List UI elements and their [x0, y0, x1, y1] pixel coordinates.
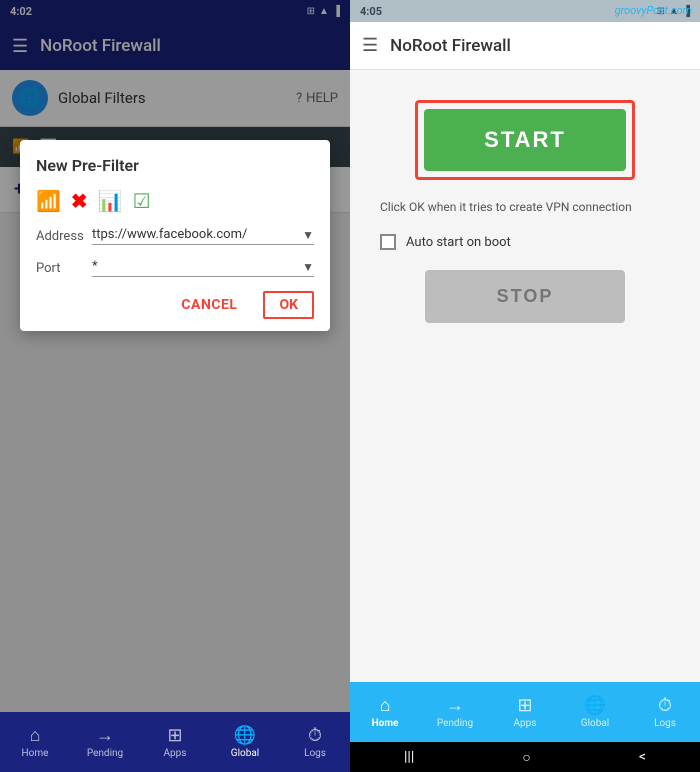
- vpn-note: Click OK when it tries to create VPN con…: [370, 200, 680, 214]
- logs-icon: ⏱: [308, 725, 322, 746]
- logs-label: Logs: [304, 748, 326, 759]
- right-logs-icon: ⏱: [658, 695, 672, 716]
- pending-label: Pending: [87, 748, 123, 759]
- new-pre-filter-dialog: New Pre-Filter 📶 ✖ 📊 ☑ Address ttps://ww…: [20, 140, 330, 331]
- address-input-wrap[interactable]: ttps://www.facebook.com/ ▼: [92, 227, 314, 245]
- block-icon[interactable]: ✖: [71, 189, 88, 213]
- right-nav-pending[interactable]: → Pending: [420, 695, 490, 729]
- apps-label: Apps: [164, 748, 187, 759]
- left-bottom-nav: ⌂ Home → Pending ⊞ Apps 🌐 Global ⏱ Logs: [0, 712, 350, 772]
- right-top-bar: ☰ NoRoot Firewall: [350, 22, 700, 70]
- home-icon: ⌂: [30, 725, 41, 746]
- port-label: Port: [36, 261, 84, 276]
- port-value: *: [92, 259, 298, 274]
- right-time: 4:05: [360, 5, 382, 18]
- address-dropdown-icon[interactable]: ▼: [302, 228, 314, 242]
- right-app-title: NoRoot Firewall: [390, 36, 511, 56]
- apps-icon: ⊞: [167, 725, 182, 746]
- check-icon[interactable]: ☑: [133, 189, 151, 213]
- dialog-title: New Pre-Filter: [36, 156, 314, 175]
- right-recent-btn[interactable]: |||: [404, 749, 414, 765]
- auto-start-label: Auto start on boot: [406, 235, 511, 250]
- right-pending-icon: →: [446, 695, 464, 716]
- right-nav-global[interactable]: 🌐 Global: [560, 695, 630, 729]
- right-main-content: START Click OK when it tries to create V…: [350, 70, 700, 682]
- auto-start-checkbox[interactable]: [380, 234, 396, 250]
- dialog-overlay: [0, 0, 350, 712]
- port-input-wrap[interactable]: * ▼: [92, 259, 314, 277]
- left-nav-logs[interactable]: ⏱ Logs: [280, 725, 350, 759]
- right-nav-home[interactable]: ⌂ Home: [350, 695, 420, 729]
- address-label: Address: [36, 229, 84, 244]
- start-button-wrapper: START: [415, 100, 635, 180]
- filter-type-icons: 📶 ✖ 📊 ☑: [36, 189, 314, 213]
- stop-button[interactable]: STOP: [425, 270, 625, 323]
- port-dropdown-icon[interactable]: ▼: [302, 260, 314, 274]
- right-logs-label: Logs: [654, 718, 676, 729]
- right-bottom-nav: ⌂ Home → Pending ⊞ Apps 🌐 Global ⏱ Logs: [350, 682, 700, 742]
- home-label: Home: [22, 748, 49, 759]
- right-global-label: Global: [581, 718, 609, 729]
- auto-start-row: Auto start on boot: [370, 234, 680, 250]
- right-pending-label: Pending: [437, 718, 473, 729]
- right-home-label: Home: [372, 718, 399, 729]
- cancel-button[interactable]: CANCEL: [175, 293, 243, 317]
- dialog-actions: CANCEL OK: [36, 291, 314, 319]
- left-nav-pending[interactable]: → Pending: [70, 725, 140, 759]
- global-label: Global: [231, 748, 259, 759]
- right-back-btn[interactable]: <: [639, 749, 646, 765]
- address-field: Address ttps://www.facebook.com/ ▼: [36, 227, 314, 245]
- pending-icon: →: [96, 725, 114, 746]
- left-nav-home[interactable]: ⌂ Home: [0, 725, 70, 759]
- right-nav-apps[interactable]: ⊞ Apps: [490, 695, 560, 729]
- address-value: ttps://www.facebook.com/: [92, 227, 298, 242]
- right-apps-label: Apps: [514, 718, 537, 729]
- port-field: Port * ▼: [36, 259, 314, 277]
- right-home-btn[interactable]: ○: [522, 749, 530, 766]
- left-nav-global[interactable]: 🌐 Global: [210, 725, 280, 759]
- right-apps-icon: ⊞: [517, 695, 532, 716]
- right-nav-logs[interactable]: ⏱ Logs: [630, 695, 700, 729]
- start-button[interactable]: START: [424, 109, 626, 171]
- right-hamburger-icon[interactable]: ☰: [362, 35, 378, 56]
- left-panel: 4:02 ⊞ ▲ ▐ ☰ NoRoot Firewall 🌐 Global Fi…: [0, 0, 350, 772]
- left-nav-apps[interactable]: ⊞ Apps: [140, 725, 210, 759]
- right-global-icon: 🌐: [584, 695, 606, 716]
- wifi-filter-icon[interactable]: 📶: [36, 189, 61, 213]
- right-panel: 4:05 ⊞ ▲ ▐ groovyPost.com ☰ NoRoot Firew…: [350, 0, 700, 772]
- watermark: groovyPost.com: [615, 4, 692, 17]
- global-icon: 🌐: [234, 725, 256, 746]
- data-filter-icon[interactable]: 📊: [98, 189, 123, 213]
- right-sys-nav: ||| ○ <: [350, 742, 700, 772]
- ok-button[interactable]: OK: [263, 291, 314, 319]
- right-home-icon: ⌂: [380, 695, 391, 716]
